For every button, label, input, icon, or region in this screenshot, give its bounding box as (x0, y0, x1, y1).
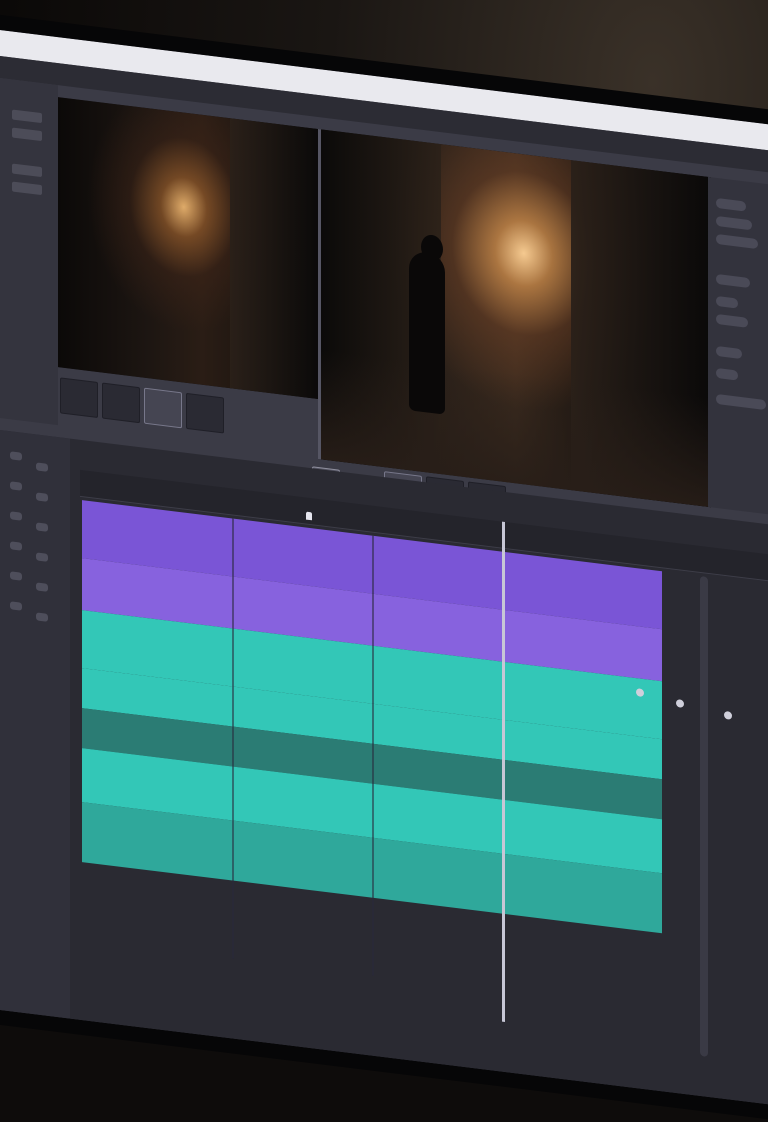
track-toggle[interactable] (36, 552, 48, 562)
thumbnail[interactable] (102, 382, 140, 424)
property-button[interactable] (716, 215, 752, 231)
track-toggle[interactable] (36, 462, 48, 472)
track-toggle[interactable] (10, 481, 22, 491)
property-button[interactable] (716, 197, 746, 212)
clip-boundary[interactable] (232, 518, 234, 959)
tool-button[interactable] (12, 109, 42, 124)
source-thumbnail-strip (60, 377, 224, 434)
timeline-playhead[interactable] (502, 521, 505, 1023)
thumbnail[interactable] (60, 377, 98, 419)
property-button[interactable] (716, 233, 758, 250)
playhead-marker-icon[interactable] (306, 511, 312, 521)
right-properties-rail (708, 176, 768, 515)
scroll-handle-icon[interactable] (700, 575, 708, 1057)
track-toggle[interactable] (36, 582, 48, 592)
left-tool-rail (0, 78, 58, 426)
property-button[interactable] (716, 367, 738, 381)
source-viewer[interactable] (58, 97, 320, 400)
scene-figure (409, 250, 445, 415)
property-button[interactable] (716, 295, 738, 309)
tool-button[interactable] (12, 181, 42, 196)
timeline-tracks[interactable] (82, 500, 662, 1023)
track-toggle[interactable] (36, 522, 48, 532)
clip-boundary[interactable] (372, 535, 374, 976)
thumbnail-selected[interactable] (144, 387, 182, 429)
track-toggle[interactable] (10, 511, 22, 521)
slider-knob-icon[interactable] (724, 710, 732, 720)
timeline-panel (0, 430, 768, 1105)
slider-knob-icon[interactable] (676, 699, 684, 708)
video-editor-screen (0, 30, 768, 1105)
slider-knob-icon[interactable] (636, 688, 644, 698)
track-toggle[interactable] (36, 492, 48, 502)
property-button[interactable] (716, 393, 766, 411)
track-toggle[interactable] (10, 541, 22, 551)
property-button[interactable] (716, 273, 750, 289)
track-headers (0, 430, 70, 1019)
track-toggle[interactable] (10, 571, 22, 581)
program-viewer[interactable] (318, 129, 711, 508)
track-toggle[interactable] (36, 612, 48, 622)
tool-button[interactable] (12, 163, 42, 178)
track-toggle[interactable] (10, 451, 22, 461)
property-button[interactable] (716, 313, 748, 328)
tool-button[interactable] (12, 127, 42, 142)
track-toggle[interactable] (10, 601, 22, 611)
scene-building (230, 118, 320, 400)
property-button[interactable] (716, 345, 742, 360)
thumbnail[interactable] (186, 392, 224, 434)
